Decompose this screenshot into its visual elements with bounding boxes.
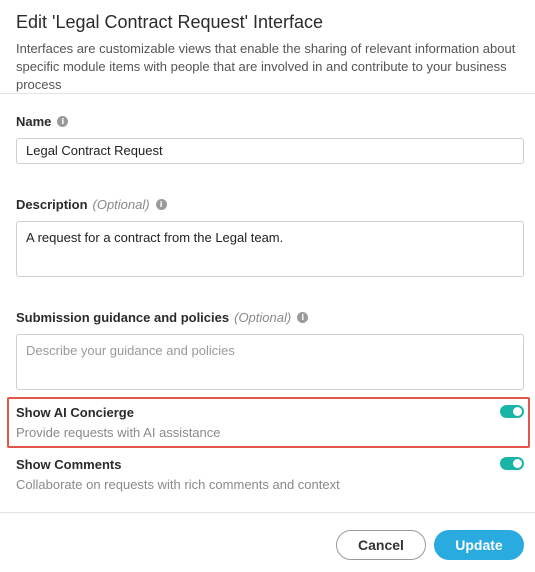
- toggle-knob: [513, 407, 522, 416]
- guidance-label: Submission guidance and policies: [16, 310, 230, 325]
- ai-concierge-title: Show AI Concierge: [16, 405, 134, 420]
- cancel-button[interactable]: Cancel: [336, 530, 426, 560]
- ai-concierge-description: Provide requests with AI assistance: [16, 425, 221, 440]
- toggle-knob: [513, 459, 522, 468]
- description-field[interactable]: A request for a contract from the Legal …: [16, 221, 524, 277]
- description-label: Description: [16, 197, 88, 212]
- name-label-row: Name i: [16, 114, 69, 129]
- comments-toggle[interactable]: [500, 457, 524, 470]
- dialog-subtitle: Interfaces are customizable views that e…: [16, 41, 516, 92]
- dialog-title: Edit 'Legal Contract Request' Interface: [16, 12, 324, 32]
- name-field[interactable]: Legal Contract Request: [16, 138, 524, 164]
- guidance-optional-tag: (Optional): [234, 310, 292, 325]
- name-label: Name: [16, 114, 52, 129]
- update-button[interactable]: Update: [434, 530, 524, 560]
- guidance-field[interactable]: [16, 334, 524, 390]
- dialog-header: Edit 'Legal Contract Request' Interface …: [0, 0, 535, 94]
- comments-title: Show Comments: [16, 457, 122, 472]
- info-icon[interactable]: i: [297, 312, 309, 323]
- ai-concierge-toggle[interactable]: [500, 405, 524, 418]
- description-label-row: Description (Optional) i: [16, 197, 167, 212]
- info-icon[interactable]: i: [155, 199, 167, 210]
- comments-description: Collaborate on requests with rich commen…: [16, 477, 340, 492]
- description-optional-tag: (Optional): [92, 197, 150, 212]
- guidance-label-row: Submission guidance and policies (Option…: [16, 310, 309, 325]
- info-icon[interactable]: i: [57, 116, 69, 127]
